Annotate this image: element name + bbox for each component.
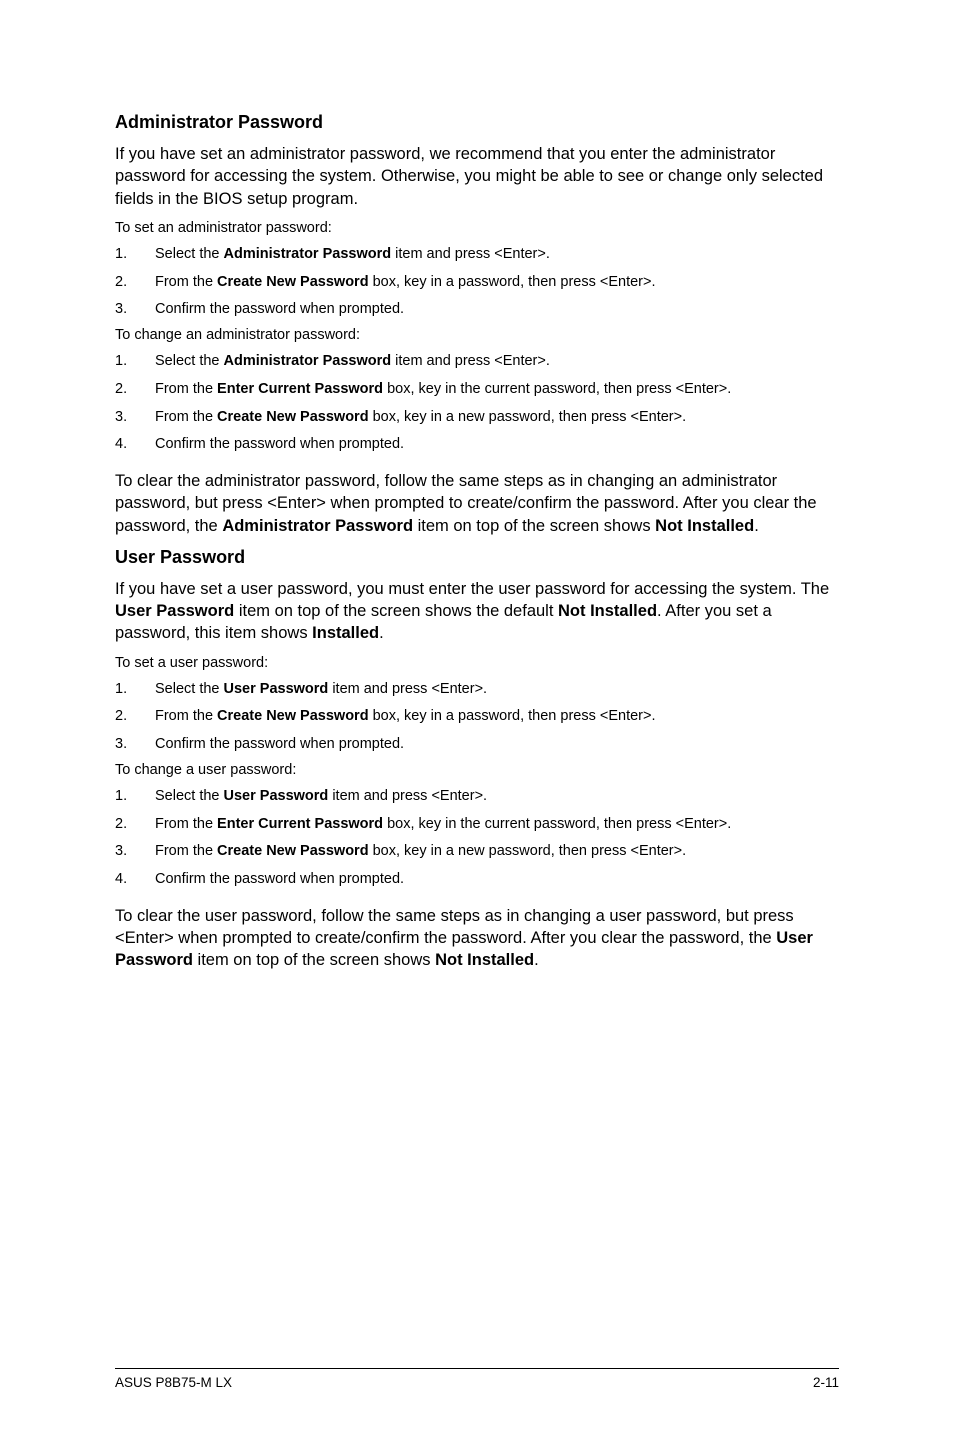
list-text: Confirm the password when prompted.	[155, 434, 839, 456]
user-change-step-2: 2. From the Enter Current Password box, …	[115, 814, 839, 836]
admin-change-lead: To change an administrator password:	[115, 327, 839, 343]
list-number: 3.	[115, 407, 155, 429]
list-text: Select the User Password item and press …	[155, 679, 839, 701]
list-text: From the Create New Password box, key in…	[155, 407, 839, 429]
list-number: 1.	[115, 679, 155, 701]
admin-clear-text: To clear the administrator password, fol…	[115, 470, 839, 537]
footer-page-number: 2-11	[813, 1375, 839, 1390]
list-number: 3.	[115, 734, 155, 756]
list-text: From the Create New Password box, key in…	[155, 841, 839, 863]
user-change-step-4: 4. Confirm the password when prompted.	[115, 869, 839, 891]
list-text: From the Create New Password box, key in…	[155, 706, 839, 728]
user-password-heading: User Password	[115, 547, 839, 568]
list-number: 3.	[115, 841, 155, 863]
user-set-lead: To set a user password:	[115, 655, 839, 671]
list-text: From the Enter Current Password box, key…	[155, 379, 839, 401]
list-number: 1.	[115, 244, 155, 266]
admin-change-step-3: 3. From the Create New Password box, key…	[115, 407, 839, 429]
list-number: 4.	[115, 869, 155, 891]
list-text: Confirm the password when prompted.	[155, 869, 839, 891]
admin-set-step-3: 3. Confirm the password when prompted.	[115, 299, 839, 321]
user-change-step-3: 3. From the Create New Password box, key…	[115, 841, 839, 863]
footer-product-name: ASUS P8B75-M LX	[115, 1375, 232, 1390]
admin-change-step-4: 4. Confirm the password when prompted.	[115, 434, 839, 456]
list-text: From the Create New Password box, key in…	[155, 272, 839, 294]
user-intro-text: If you have set a user password, you mus…	[115, 578, 839, 645]
list-text: Select the Administrator Password item a…	[155, 351, 839, 373]
user-set-step-2: 2. From the Create New Password box, key…	[115, 706, 839, 728]
admin-set-lead: To set an administrator password:	[115, 220, 839, 236]
list-number: 2.	[115, 814, 155, 836]
list-text: Select the User Password item and press …	[155, 786, 839, 808]
user-set-step-3: 3. Confirm the password when prompted.	[115, 734, 839, 756]
list-number: 2.	[115, 706, 155, 728]
user-set-step-1: 1. Select the User Password item and pre…	[115, 679, 839, 701]
list-number: 2.	[115, 379, 155, 401]
list-number: 4.	[115, 434, 155, 456]
list-text: Confirm the password when prompted.	[155, 734, 839, 756]
admin-password-heading: Administrator Password	[115, 112, 839, 133]
list-number: 1.	[115, 351, 155, 373]
user-change-lead: To change a user password:	[115, 762, 839, 778]
page-footer: ASUS P8B75-M LX 2-11	[115, 1368, 839, 1390]
admin-intro-text: If you have set an administrator passwor…	[115, 143, 839, 210]
list-number: 1.	[115, 786, 155, 808]
admin-change-step-2: 2. From the Enter Current Password box, …	[115, 379, 839, 401]
list-text: Select the Administrator Password item a…	[155, 244, 839, 266]
list-text: From the Enter Current Password box, key…	[155, 814, 839, 836]
admin-set-step-2: 2. From the Create New Password box, key…	[115, 272, 839, 294]
admin-change-step-1: 1. Select the Administrator Password ite…	[115, 351, 839, 373]
list-text: Confirm the password when prompted.	[155, 299, 839, 321]
user-clear-text: To clear the user password, follow the s…	[115, 905, 839, 972]
user-change-step-1: 1. Select the User Password item and pre…	[115, 786, 839, 808]
list-number: 3.	[115, 299, 155, 321]
admin-set-step-1: 1. Select the Administrator Password ite…	[115, 244, 839, 266]
list-number: 2.	[115, 272, 155, 294]
